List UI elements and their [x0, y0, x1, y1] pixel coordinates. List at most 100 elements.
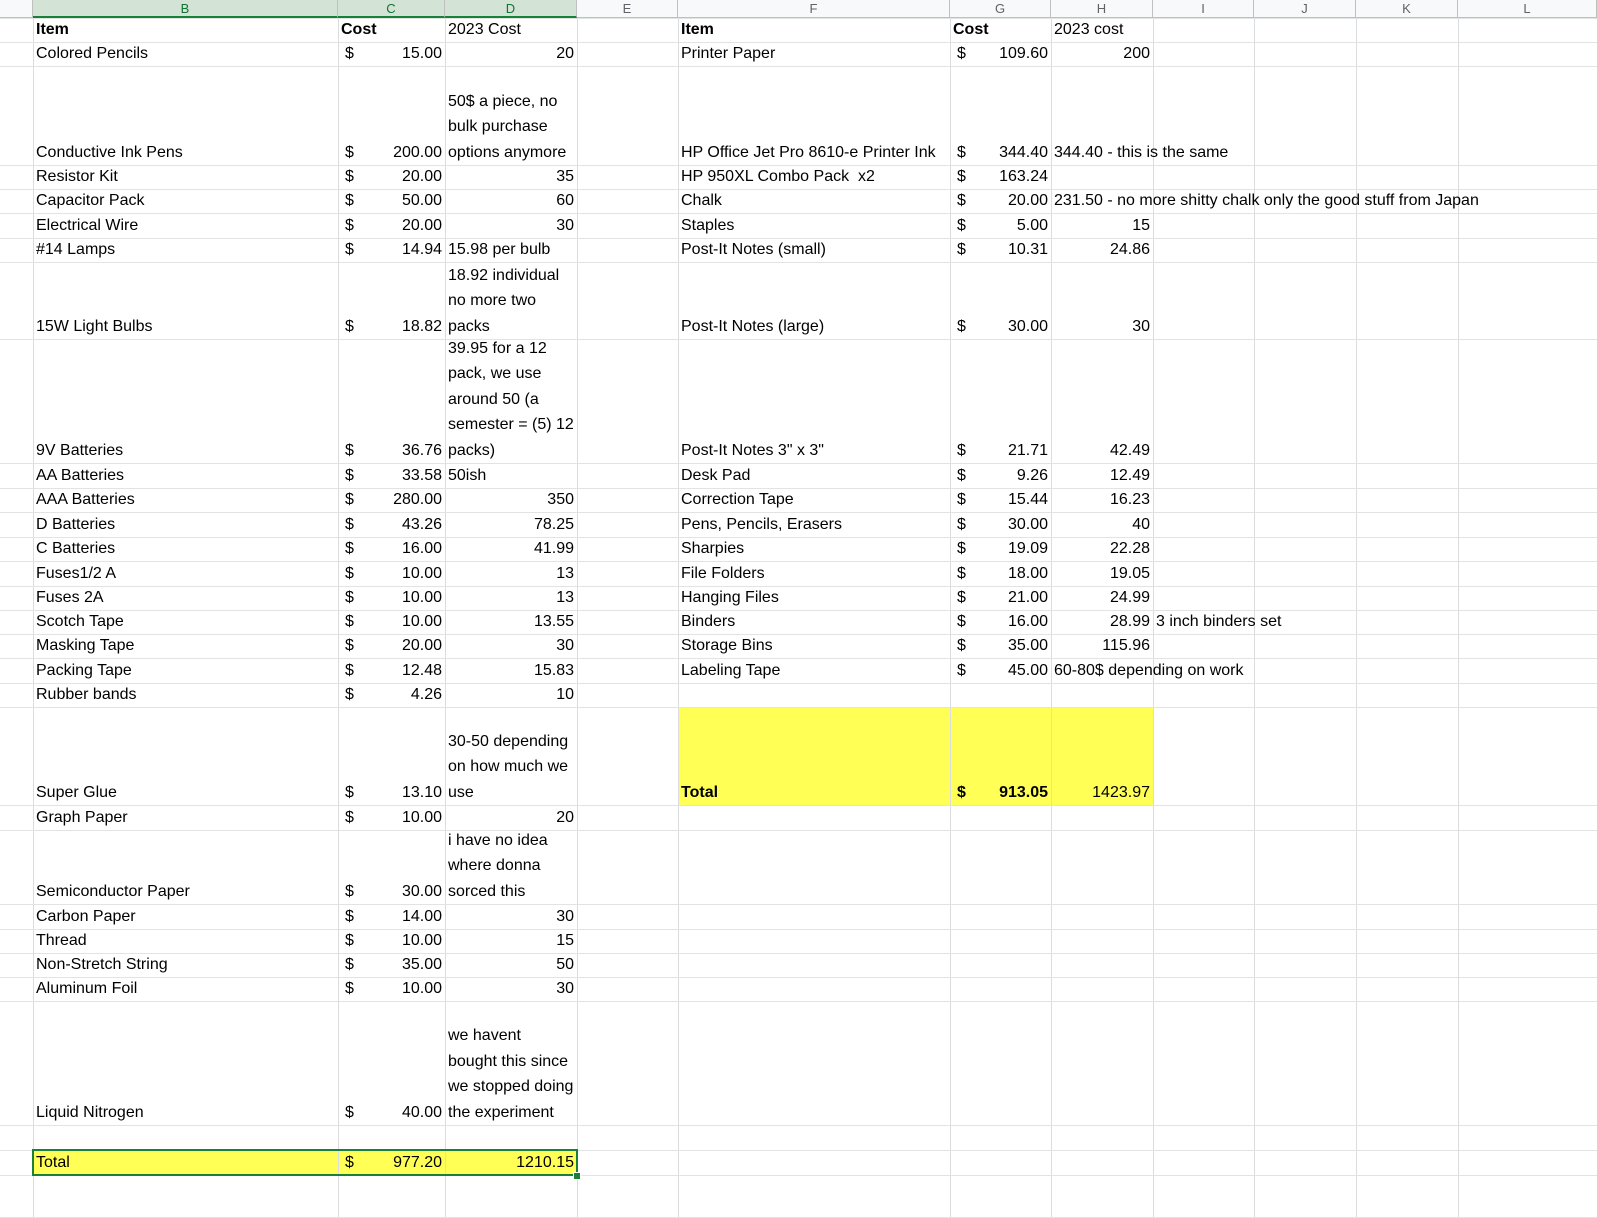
right-2023-cell[interactable]: 30: [1051, 314, 1153, 339]
left-header-item[interactable]: Item: [33, 17, 338, 42]
left-2023-cell[interactable]: 13.55: [445, 609, 577, 634]
right-item-cell[interactable]: Printer Paper: [678, 41, 950, 66]
left-item-cell[interactable]: Non-Stretch String: [33, 952, 338, 977]
right-cost-cell[interactable]: $20.00: [950, 188, 1051, 213]
left-2023-cell[interactable]: 39.95 for a 12 pack, we use around 50 (a…: [445, 339, 577, 463]
column-header-h[interactable]: H: [1051, 0, 1153, 18]
right-cost-cell[interactable]: $21.00: [950, 585, 1051, 610]
right-item-cell[interactable]: HP 950XL Combo Pack x2: [678, 164, 950, 189]
left-item-cell[interactable]: Colored Pencils: [33, 41, 338, 66]
left-2023-cell[interactable]: 15: [445, 928, 577, 953]
left-cost-cell[interactable]: $10.00: [338, 976, 445, 1001]
left-2023-cell[interactable]: 50: [445, 952, 577, 977]
left-cost-cell[interactable]: $10.00: [338, 805, 445, 830]
column-header-d[interactable]: D: [445, 0, 577, 18]
right-cost-cell[interactable]: $109.60: [950, 41, 1051, 66]
right-total-label[interactable]: Total: [678, 780, 950, 805]
left-item-cell[interactable]: C Batteries: [33, 536, 338, 561]
left-2023-cell[interactable]: we havent bought this since we stopped d…: [445, 1001, 577, 1125]
right-cost-cell[interactable]: $163.24: [950, 164, 1051, 189]
left-cost-cell[interactable]: $280.00: [338, 487, 445, 512]
right-cost-cell[interactable]: $35.00: [950, 633, 1051, 658]
column-header-g[interactable]: G: [950, 0, 1051, 18]
left-item-cell[interactable]: 15W Light Bulbs: [33, 314, 338, 339]
left-2023-cell[interactable]: 13: [445, 561, 577, 586]
left-cost-cell[interactable]: $40.00: [338, 1100, 445, 1125]
right-2023-cell[interactable]: 12.49: [1051, 463, 1153, 488]
right-cost-cell[interactable]: $45.00: [950, 658, 1051, 683]
left-item-cell[interactable]: Masking Tape: [33, 633, 338, 658]
right-item-cell[interactable]: Chalk: [678, 188, 950, 213]
right-2023-cell[interactable]: 19.05: [1051, 561, 1153, 586]
left-item-cell[interactable]: Resistor Kit: [33, 164, 338, 189]
left-cost-cell[interactable]: $10.00: [338, 561, 445, 586]
left-cost-cell[interactable]: $10.00: [338, 585, 445, 610]
left-cost-cell[interactable]: $14.94: [338, 237, 445, 262]
corner-header[interactable]: [0, 0, 33, 18]
left-item-cell[interactable]: 9V Batteries: [33, 438, 338, 463]
left-cost-cell[interactable]: $50.00: [338, 188, 445, 213]
left-2023-cell[interactable]: 30: [445, 976, 577, 1001]
fill-handle[interactable]: [573, 1172, 581, 1180]
left-item-cell[interactable]: Thread: [33, 928, 338, 953]
left-cost-cell[interactable]: $14.00: [338, 904, 445, 929]
left-item-cell[interactable]: Super Glue: [33, 780, 338, 805]
right-cost-cell[interactable]: $16.00: [950, 609, 1051, 634]
right-note-cell[interactable]: 3 inch binders set: [1153, 609, 1284, 634]
left-cost-cell[interactable]: $20.00: [338, 213, 445, 238]
right-item-cell[interactable]: Pens, Pencils, Erasers: [678, 512, 950, 537]
left-item-cell[interactable]: AA Batteries: [33, 463, 338, 488]
right-total-2023[interactable]: 1423.97: [1051, 780, 1153, 805]
right-cost-cell[interactable]: $18.00: [950, 561, 1051, 586]
left-cost-cell[interactable]: $35.00: [338, 952, 445, 977]
column-header-i[interactable]: I: [1153, 0, 1254, 18]
selected-range[interactable]: [32, 1149, 578, 1176]
left-2023-cell[interactable]: 30: [445, 633, 577, 658]
left-2023-cell[interactable]: 15.98 per bulb: [445, 237, 577, 262]
left-cost-cell[interactable]: $36.76: [338, 438, 445, 463]
right-2023-cell[interactable]: 15: [1051, 213, 1153, 238]
left-cost-cell[interactable]: $10.00: [338, 928, 445, 953]
right-item-cell[interactable]: Storage Bins: [678, 633, 950, 658]
right-2023-cell[interactable]: 28.99: [1051, 609, 1153, 634]
left-item-cell[interactable]: Fuses 2A: [33, 585, 338, 610]
left-cost-cell[interactable]: $15.00: [338, 41, 445, 66]
right-cost-cell[interactable]: $30.00: [950, 512, 1051, 537]
left-2023-cell[interactable]: 20: [445, 41, 577, 66]
left-item-cell[interactable]: Carbon Paper: [33, 904, 338, 929]
right-item-cell[interactable]: Staples: [678, 213, 950, 238]
column-header-f[interactable]: F: [678, 0, 950, 18]
left-cost-cell[interactable]: $13.10: [338, 780, 445, 805]
left-2023-cell[interactable]: 41.99: [445, 536, 577, 561]
left-2023-cell[interactable]: 13: [445, 585, 577, 610]
left-header-2023[interactable]: 2023 Cost: [445, 17, 577, 42]
left-item-cell[interactable]: Graph Paper: [33, 805, 338, 830]
spreadsheet-grid[interactable]: B C D E F G H I J K L Item Cost 2023 Cost Colored Penc…: [0, 0, 1597, 1218]
left-2023-cell[interactable]: 30: [445, 904, 577, 929]
left-2023-cell[interactable]: 78.25: [445, 512, 577, 537]
left-item-cell[interactable]: D Batteries: [33, 512, 338, 537]
column-header-b[interactable]: B: [33, 0, 338, 18]
left-cost-cell[interactable]: $12.48: [338, 658, 445, 683]
left-2023-cell[interactable]: 15.83: [445, 658, 577, 683]
left-2023-cell[interactable]: 50$ a piece, no bulk purchase options an…: [445, 66, 577, 165]
right-item-cell[interactable]: Binders: [678, 609, 950, 634]
right-item-cell[interactable]: Hanging Files: [678, 585, 950, 610]
left-2023-cell[interactable]: 35: [445, 164, 577, 189]
left-2023-cell[interactable]: i have no idea where donna sorced this: [445, 830, 577, 904]
right-note-cell[interactable]: 60-80$ depending on work: [1051, 658, 1246, 683]
right-cost-cell[interactable]: $10.31: [950, 237, 1051, 262]
left-cost-cell[interactable]: $43.26: [338, 512, 445, 537]
right-item-cell[interactable]: Labeling Tape: [678, 658, 950, 683]
left-cost-cell[interactable]: $30.00: [338, 879, 445, 904]
left-2023-cell[interactable]: 30: [445, 213, 577, 238]
right-header-2023[interactable]: 2023 cost: [1051, 17, 1153, 42]
left-cost-cell[interactable]: $33.58: [338, 463, 445, 488]
left-item-cell[interactable]: Conductive Ink Pens: [33, 140, 338, 165]
column-header-c[interactable]: C: [338, 0, 445, 18]
left-header-cost[interactable]: Cost: [338, 17, 445, 42]
right-2023-cell[interactable]: 24.99: [1051, 585, 1153, 610]
left-2023-cell[interactable]: 350: [445, 487, 577, 512]
right-cost-cell[interactable]: $15.44: [950, 487, 1051, 512]
right-note-cell[interactable]: 231.50 - no more shitty chalk only the g…: [1051, 188, 1482, 213]
